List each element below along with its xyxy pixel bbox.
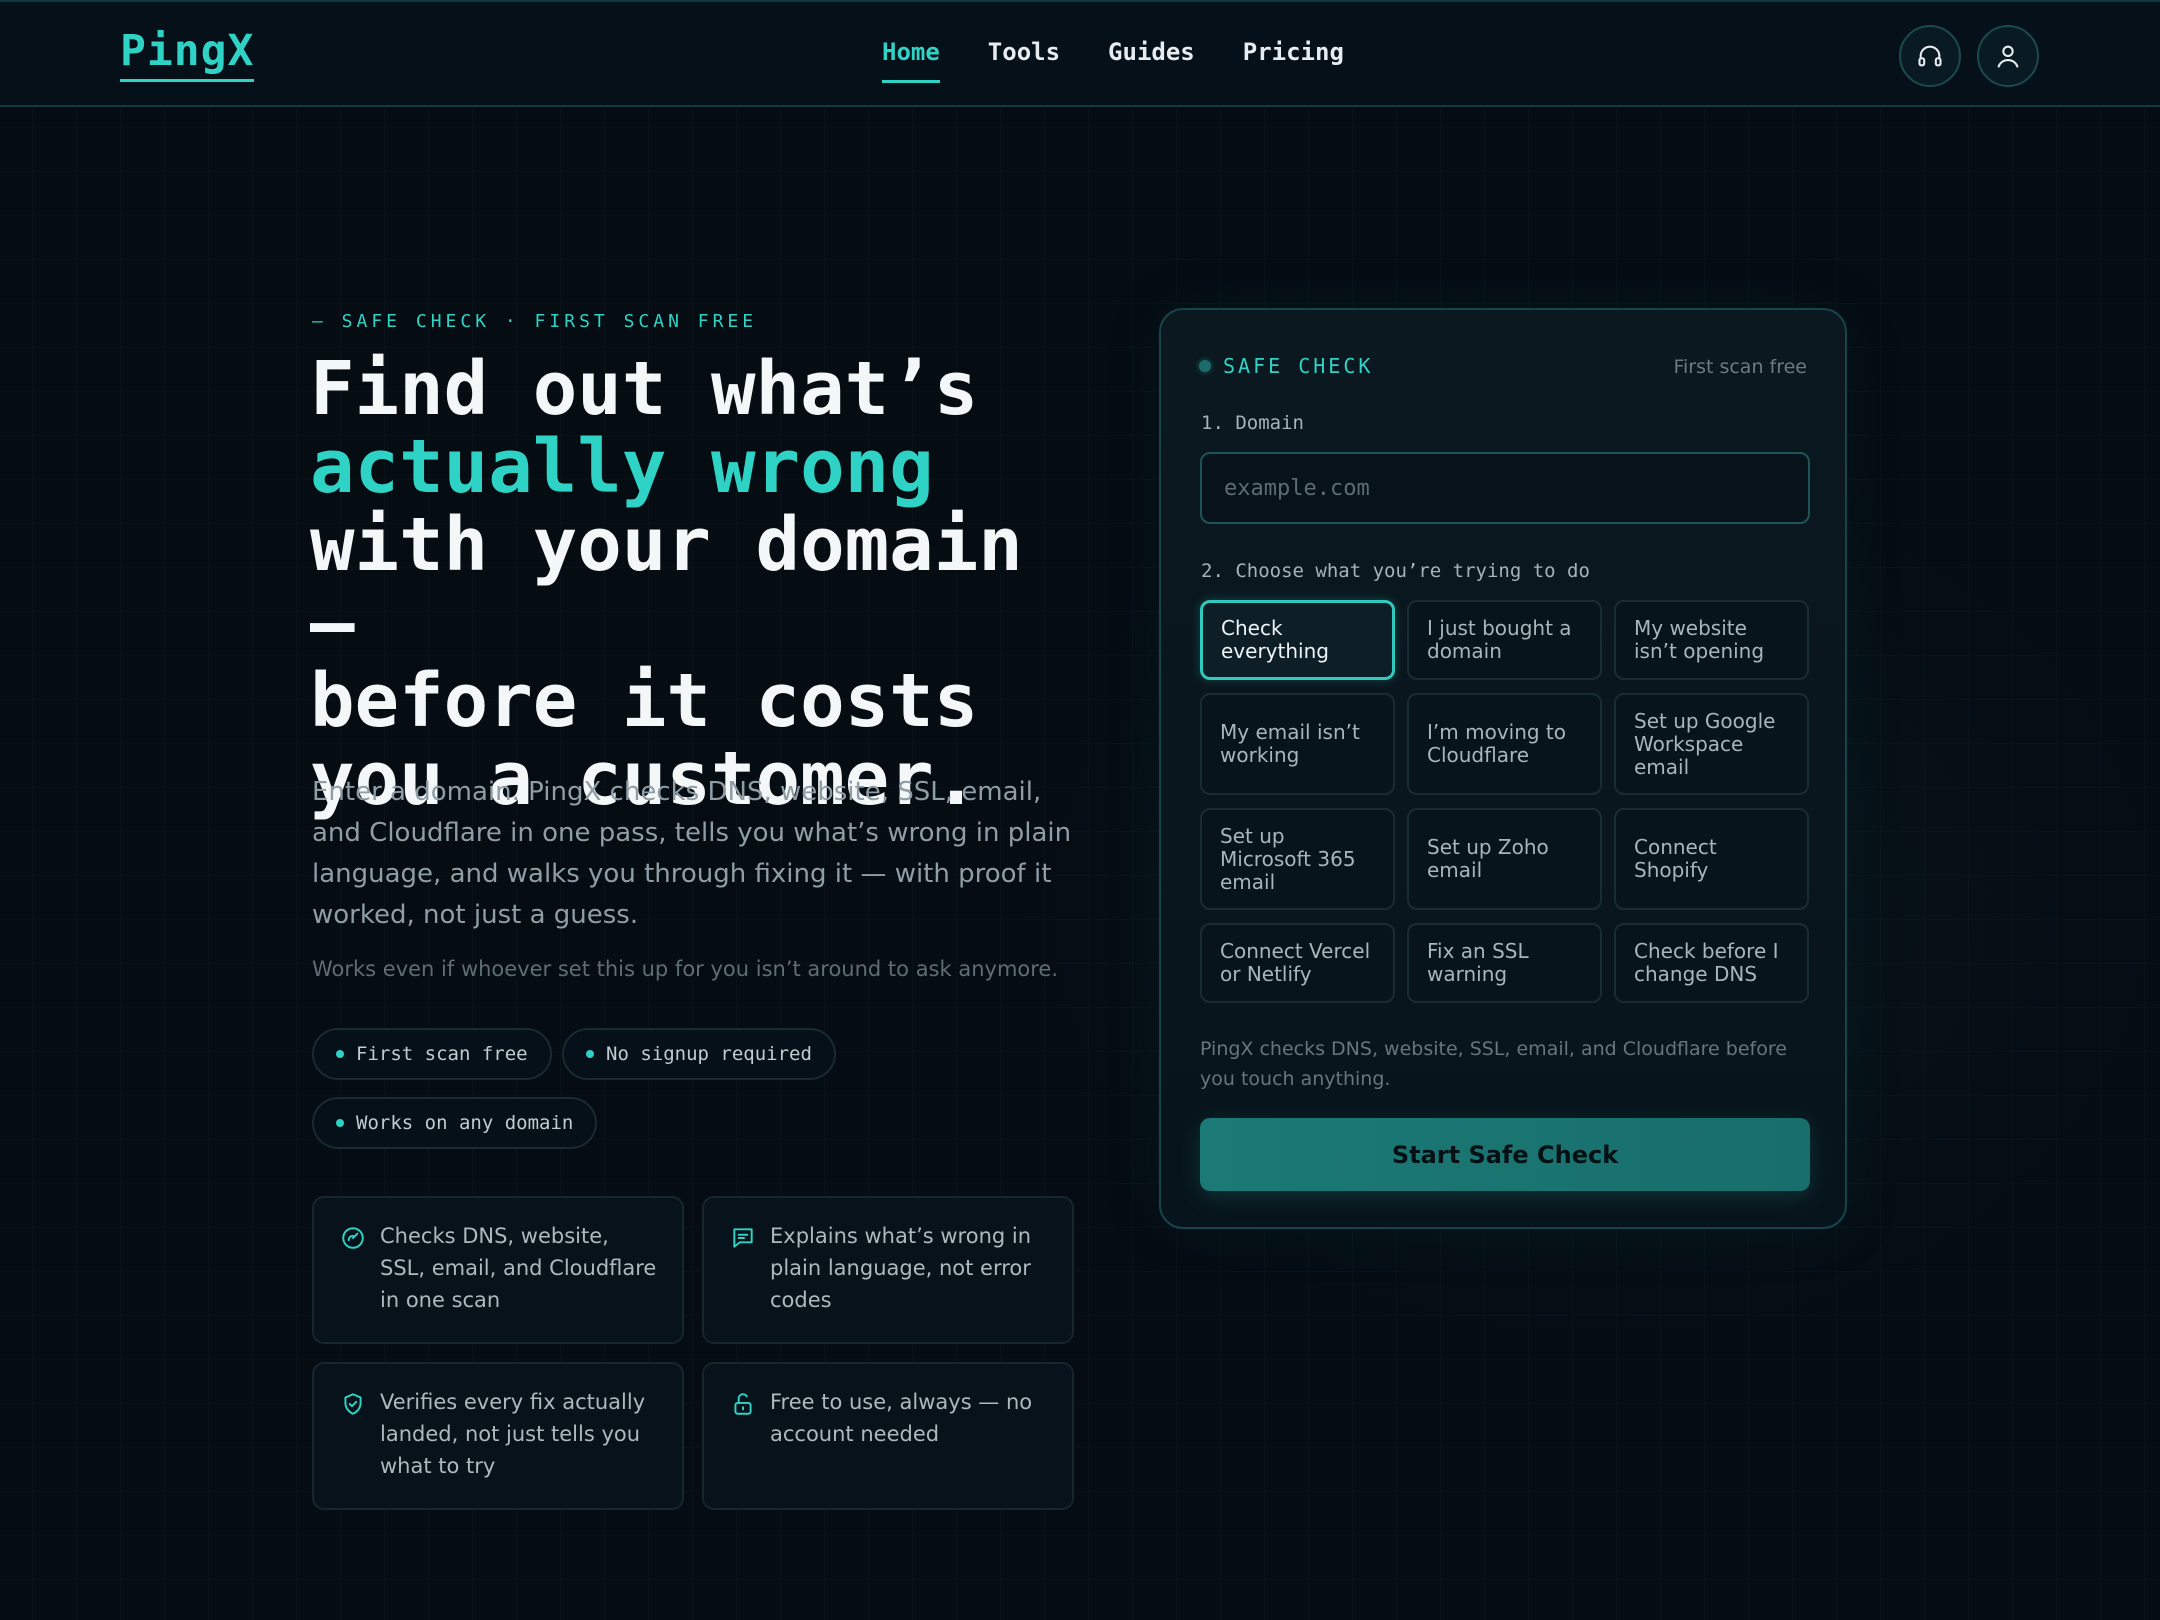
option-email-not-working[interactable]: My email isn’t working <box>1200 693 1395 795</box>
card-title: SAFE CHECK <box>1223 354 1374 378</box>
hero-headline: Find out what’s actually wrong with your… <box>310 350 1110 818</box>
user-icon <box>1997 45 2019 68</box>
account-button[interactable] <box>1977 25 2039 87</box>
intent-label: 2. Choose what you’re trying to do <box>1201 560 1590 582</box>
nav-tools[interactable]: Tools <box>988 38 1060 83</box>
pill-dot <box>336 1050 344 1058</box>
feature-card-verifies: Verifies every fix actually landed, not … <box>312 1362 684 1510</box>
pill-dot <box>336 1119 344 1127</box>
shield-check-icon <box>344 1393 362 1415</box>
option-website-not-opening[interactable]: My website isn’t opening <box>1614 600 1809 680</box>
feature-text: Checks DNS, website, SSL, email, and Clo… <box>380 1224 657 1312</box>
card-header: SAFE CHECK <box>1199 354 1373 378</box>
pill-label: No signup required <box>606 1043 812 1065</box>
pill-any-domain: Works on any domain <box>312 1097 598 1149</box>
headline-line-3: before it costs <box>310 658 979 744</box>
nav-pricing[interactable]: Pricing <box>1243 38 1344 83</box>
option-bought-domain[interactable]: I just bought a domain <box>1407 600 1602 680</box>
option-vercel-netlify[interactable]: Connect Vercel or Netlify <box>1200 923 1395 1003</box>
pill-first-scan-free: First scan free <box>312 1028 552 1080</box>
hero-subnote: Works even if whoever set this up for yo… <box>312 957 1059 981</box>
option-ssl-warning[interactable]: Fix an SSL warning <box>1407 923 1602 1003</box>
feature-text: Free to use, always — no account needed <box>770 1390 1033 1446</box>
main-nav: Home Tools Guides Pricing <box>882 38 1392 83</box>
hero-eyebrow: — SAFE CHECK · FIRST SCAN FREE <box>312 311 758 332</box>
headline-line-1: Find out what’s <box>310 346 979 432</box>
lock-open-icon <box>734 1393 752 1415</box>
hero-description: Enter a domain. PingX checks DNS, websit… <box>312 777 1072 930</box>
option-google-workspace[interactable]: Set up Google Workspace email <box>1614 693 1809 795</box>
feature-card-explains: Explains what’s wrong in plain language,… <box>702 1196 1074 1344</box>
pill-no-signup: No signup required <box>562 1028 836 1080</box>
nav-home[interactable]: Home <box>882 38 940 83</box>
pill-label: Works on any domain <box>356 1112 574 1134</box>
support-button[interactable] <box>1899 25 1961 87</box>
pill-label: First scan free <box>356 1043 528 1065</box>
gauge-icon <box>342 1227 364 1249</box>
safe-check-card: SAFE CHECK First scan free 1. Domain 2. … <box>1159 308 1847 1229</box>
feature-text: Verifies every fix actually landed, not … <box>380 1390 646 1478</box>
top-navbar: PingX Home Tools Guides Pricing <box>0 0 2160 107</box>
message-icon <box>733 1228 753 1248</box>
option-moving-to-cloudflare[interactable]: I’m moving to Cloudflare <box>1407 693 1602 795</box>
feature-text: Explains what’s wrong in plain language,… <box>770 1224 1032 1312</box>
option-connect-shopify[interactable]: Connect Shopify <box>1614 808 1809 910</box>
status-dot <box>1199 360 1211 372</box>
feature-card-free: Free to use, always — no account needed <box>702 1362 1074 1510</box>
card-helper-text: PingX checks DNS, website, SSL, email, a… <box>1200 1038 1787 1090</box>
option-check-everything[interactable]: Check everything <box>1200 600 1395 680</box>
domain-input[interactable] <box>1200 452 1810 524</box>
nav-guides[interactable]: Guides <box>1108 38 1195 83</box>
option-microsoft-365[interactable]: Set up Microsoft 365 email <box>1200 808 1395 910</box>
option-zoho-email[interactable]: Set up Zoho email <box>1407 808 1602 910</box>
card-note: First scan free <box>1673 356 1807 378</box>
pill-dot <box>586 1050 594 1058</box>
feature-card-checks: Checks DNS, website, SSL, email, and Clo… <box>312 1196 684 1344</box>
option-check-before-dns[interactable]: Check before I change DNS <box>1614 923 1809 1003</box>
headline-line-2: with your domain — <box>310 502 1023 666</box>
logo[interactable]: PingX <box>120 27 255 83</box>
headline-accent: actually wrong <box>310 424 934 510</box>
start-safe-check-button[interactable]: Start Safe Check <box>1200 1118 1810 1191</box>
domain-label: 1. Domain <box>1201 412 1304 434</box>
headset-icon <box>1918 45 1942 67</box>
